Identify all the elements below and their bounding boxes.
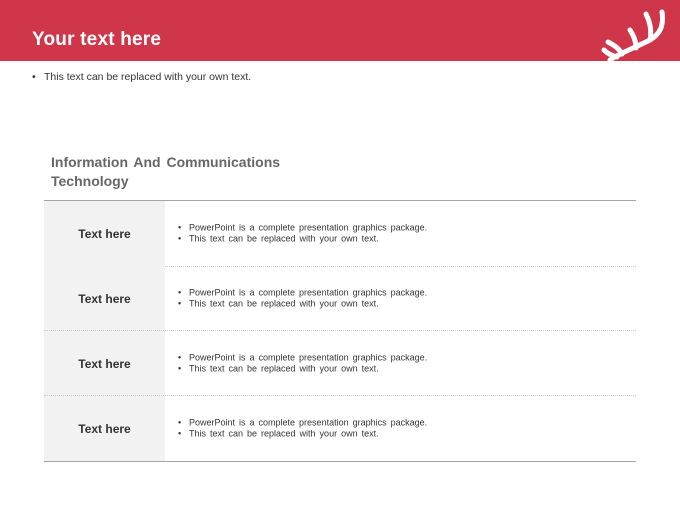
bullet: • (178, 298, 182, 309)
antler-icon (601, 9, 665, 62)
description-line: This text can be replaced with your own … (189, 428, 379, 439)
row-description: • PowerPoint is a complete presentation g… (178, 222, 427, 245)
bullet: • (178, 428, 182, 439)
slide: Your text here • This text can be replace… (0, 0, 680, 510)
description-line: This text can be replaced with your own … (189, 363, 379, 374)
bullet: • (32, 71, 36, 83)
header-bar: Your text here (0, 0, 680, 62)
row-label: Text here (78, 356, 131, 371)
description-line: PowerPoint is a complete presentation gr… (189, 417, 428, 427)
description-line: PowerPoint is a complete presentation gr… (189, 287, 428, 297)
row-label: Text here (78, 226, 131, 241)
row-description: • PowerPoint is a complete presentation g… (178, 287, 427, 310)
bullet: • (178, 233, 182, 244)
row-label: Text here (78, 421, 131, 436)
description-line: PowerPoint is a complete presentation gr… (189, 222, 428, 232)
intro-text: • This text can be replaced with your own… (32, 70, 251, 84)
table-row: Text here • PowerPoint is a complete pres… (44, 266, 636, 331)
section-title: Information And Communications Technolog… (51, 154, 281, 189)
bullet: • (178, 352, 182, 362)
intro-text-content: This text can be replaced with your own … (44, 71, 252, 83)
description-line: This text can be replaced with your own … (189, 298, 379, 309)
description-line: This text can be replaced with your own … (189, 233, 379, 244)
description-line: PowerPoint is a complete presentation gr… (189, 352, 428, 362)
table-row: Text here • PowerPoint is a complete pres… (44, 331, 636, 396)
info-table: Text here • PowerPoint is a complete pres… (44, 200, 636, 462)
bullet: • (178, 363, 182, 374)
bullet: • (178, 287, 182, 297)
page-title: Your text here (32, 29, 162, 50)
table-row: Text here • PowerPoint is a complete pres… (44, 396, 636, 461)
row-description: • PowerPoint is a complete presentation g… (178, 417, 427, 440)
table-row: Text here • PowerPoint is a complete pres… (44, 201, 636, 266)
bullet: • (178, 222, 182, 232)
row-description: • PowerPoint is a complete presentation g… (178, 352, 427, 375)
row-label: Text here (78, 291, 131, 306)
bullet: • (178, 417, 182, 427)
